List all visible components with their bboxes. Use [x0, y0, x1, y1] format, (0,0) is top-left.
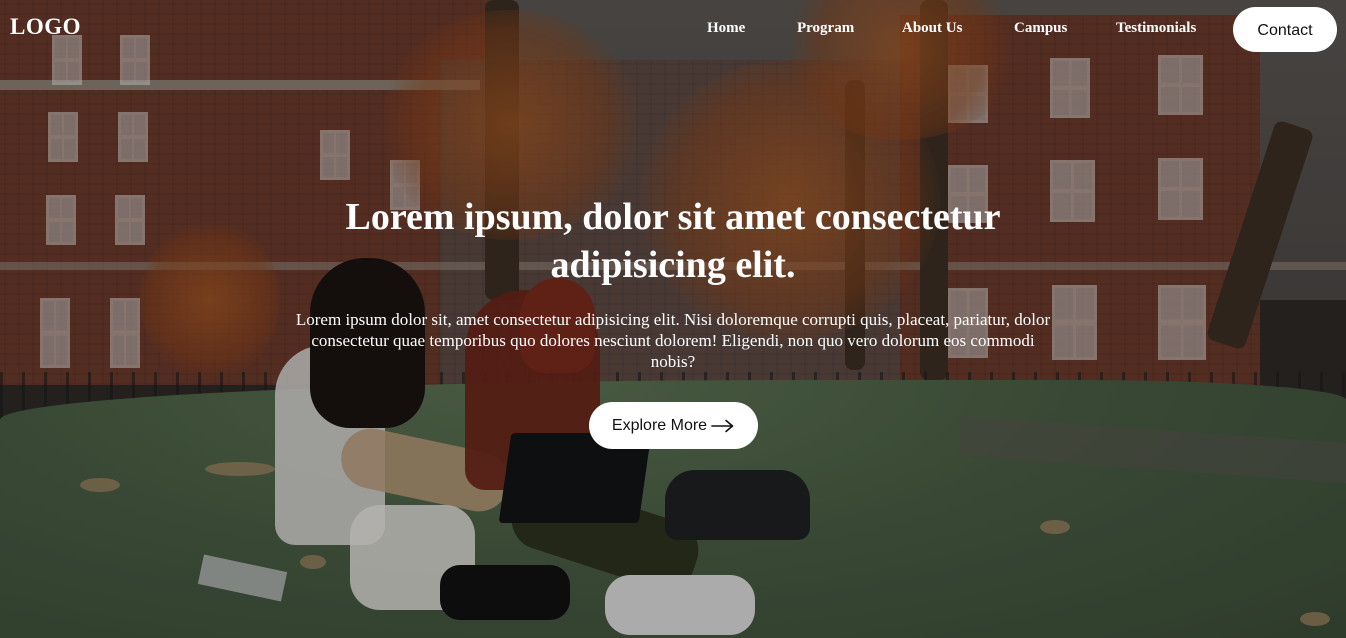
contact-button[interactable]: Contact	[1233, 7, 1337, 52]
hero-description: Lorem ipsum dolor sit, amet consectetur …	[295, 310, 1051, 371]
nav-link-campus[interactable]: Campus	[1014, 20, 1067, 37]
nav-link-testimonials[interactable]: Testimonials	[1116, 20, 1196, 37]
explore-more-label: Explore More	[611, 416, 708, 434]
arrow-right-icon	[711, 419, 735, 433]
nav-link-about-us[interactable]: About Us	[902, 20, 962, 37]
nav-link-home[interactable]: Home	[707, 20, 745, 37]
explore-more-button[interactable]: Explore More	[589, 402, 758, 449]
logo[interactable]: LOGO	[10, 14, 81, 40]
hero-title: Lorem ipsum, dolor sit amet consectetur …	[345, 196, 1001, 286]
nav-link-program[interactable]: Program	[797, 20, 854, 37]
